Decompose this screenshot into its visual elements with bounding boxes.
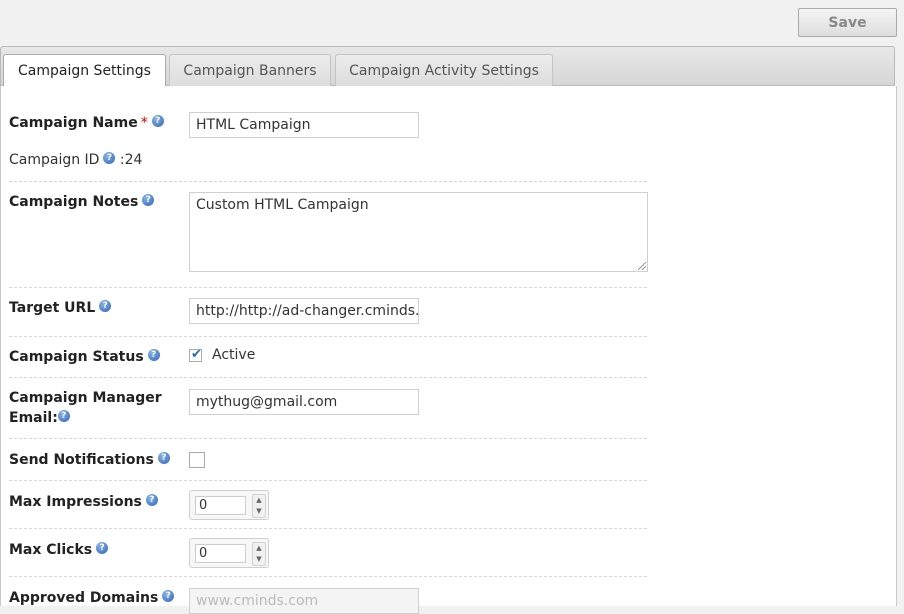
send-notifications-checkbox[interactable] (189, 452, 205, 468)
checkmark-icon: ✔ (191, 347, 202, 362)
help-icon[interactable]: ? (162, 590, 175, 602)
tab-campaign-banners[interactable]: Campaign Banners (169, 54, 331, 87)
tab-campaign-settings[interactable]: Campaign Settings (3, 54, 166, 88)
arrow-down-icon[interactable]: ▼ (253, 554, 265, 565)
settings-panel: Campaign Name *? HTML Campaign Campaign I… (0, 86, 897, 614)
divider (9, 528, 647, 529)
campaign-notes-value: Custom HTML Campaign (196, 197, 369, 213)
help-icon[interactable]: ? (99, 300, 112, 312)
max-impressions-input[interactable]: 0 (195, 496, 246, 515)
tab-bar: Campaign Settings Campaign Banners Campa… (0, 46, 895, 88)
approved-domains-input[interactable]: www.cminds.com (189, 588, 419, 614)
max-clicks-stepper[interactable]: 0 ▲ ▼ (189, 538, 269, 568)
campaign-status-checkbox[interactable]: ✔ (189, 347, 202, 362)
divider (9, 576, 647, 577)
divider (9, 181, 647, 182)
max-impressions-stepper[interactable]: 0 ▲ ▼ (189, 490, 269, 520)
max-clicks-input[interactable]: 0 (195, 544, 246, 563)
campaign-notes-textarea[interactable]: Custom HTML Campaign (189, 192, 648, 272)
campaign-id-value: :24 (119, 152, 143, 168)
resize-grip-icon[interactable] (638, 262, 646, 270)
manager-email-label: Campaign Manager Email:? (9, 390, 162, 426)
required-marker: * (140, 115, 148, 131)
target-url-label: Target URL? (9, 298, 112, 318)
campaign-name-label: Campaign Name *? (9, 113, 164, 133)
target-url-input[interactable]: http://http://ad-changer.cminds.com (189, 298, 419, 324)
help-icon[interactable]: ? (157, 452, 170, 464)
save-button[interactable]: Save (798, 8, 897, 37)
divider (9, 287, 647, 288)
help-icon[interactable]: ? (145, 494, 158, 506)
manager-email-input[interactable]: mythug@gmail.com (189, 389, 419, 415)
campaign-status-label: Campaign Status? (9, 347, 160, 367)
help-icon[interactable]: ? (147, 349, 160, 361)
arrow-up-icon[interactable]: ▲ (253, 543, 265, 554)
campaign-id-label: Campaign ID? :24 (9, 152, 143, 168)
help-icon[interactable]: ? (96, 542, 109, 554)
tab-campaign-activity-settings[interactable]: Campaign Activity Settings (335, 54, 553, 87)
arrow-down-icon[interactable]: ▼ (253, 506, 265, 517)
help-icon[interactable]: ? (57, 410, 70, 422)
max-clicks-label: Max Clicks? (9, 540, 109, 560)
help-icon[interactable]: ? (103, 152, 116, 164)
divider (9, 480, 647, 481)
max-impressions-label: Max Impressions? (9, 492, 158, 512)
help-icon[interactable]: ? (151, 115, 164, 127)
campaign-notes-label: Campaign Notes? (9, 192, 155, 212)
approved-domains-label: Approved Domains? (9, 588, 175, 608)
divider (9, 377, 647, 378)
help-icon[interactable]: ? (142, 194, 155, 206)
send-notifications-label: Send Notifications? (9, 450, 170, 470)
campaign-status-checkbox-label: Active (212, 347, 256, 363)
divider (9, 438, 647, 439)
campaign-name-input[interactable]: HTML Campaign (189, 112, 419, 138)
arrow-up-icon[interactable]: ▲ (253, 495, 265, 506)
divider (9, 336, 647, 337)
